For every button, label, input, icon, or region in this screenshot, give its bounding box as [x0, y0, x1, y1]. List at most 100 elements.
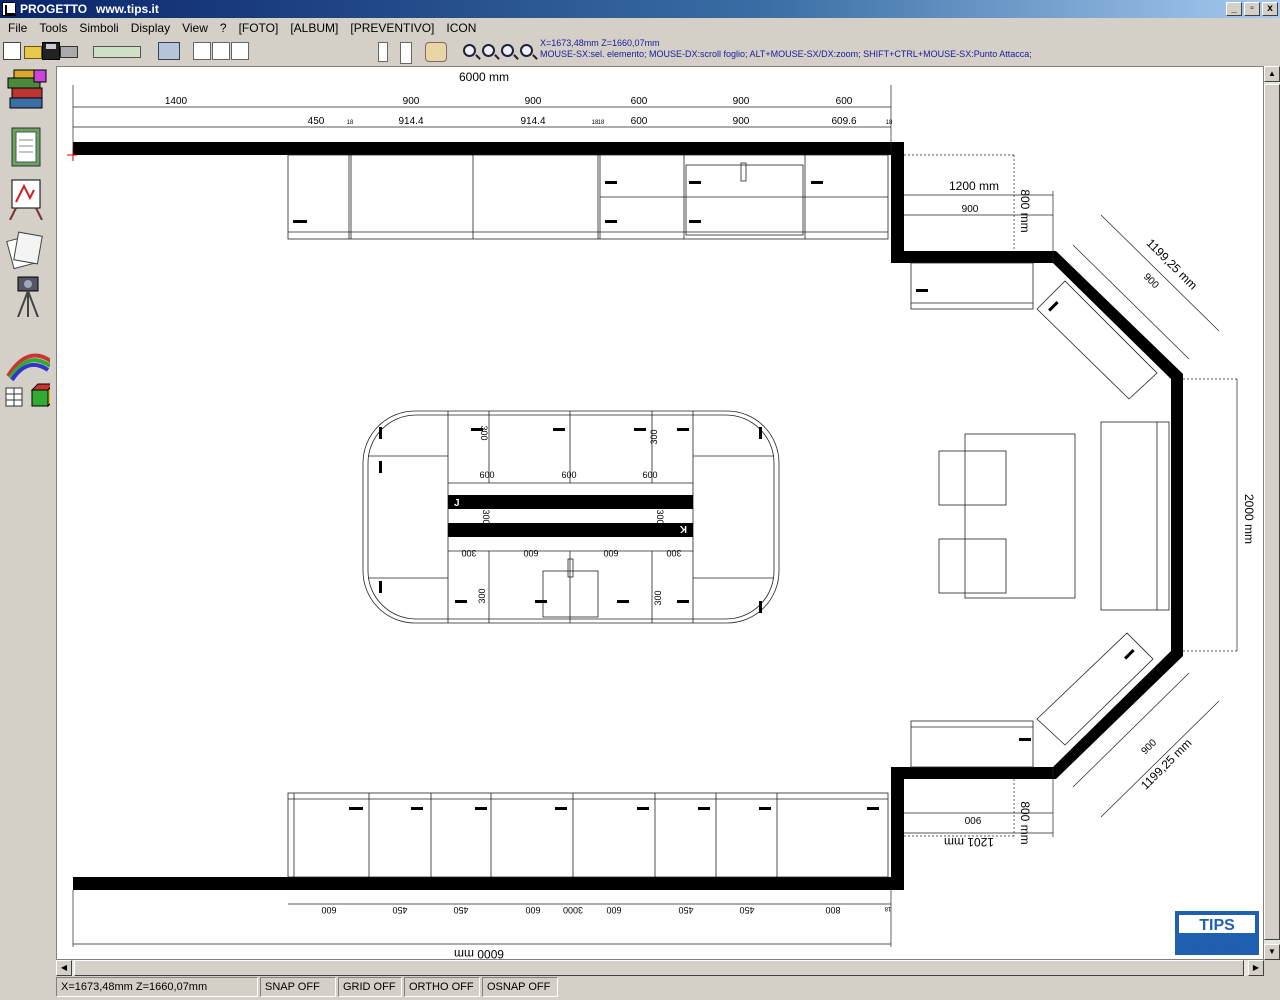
island-dim-t5: 600: [642, 470, 657, 480]
dim-top1-f: 600: [836, 96, 853, 107]
notes-clipboard-icon[interactable]: [4, 122, 50, 168]
dim-bottom-f: 600: [606, 905, 621, 915]
window-site: www.tips.it: [96, 2, 159, 16]
grid-cube-icon[interactable]: [4, 382, 50, 428]
dim-right-1201: 1201 mm: [944, 835, 994, 849]
menu-simboli[interactable]: Simboli: [73, 18, 124, 38]
dim-top2-a: 450: [308, 116, 325, 127]
window-tool-icon[interactable]: [400, 42, 412, 64]
dim-top2-g: 600: [631, 116, 648, 127]
dim-bottom-i: 800: [825, 905, 840, 915]
horizontal-scrollbar[interactable]: ◀ ▶: [56, 960, 1264, 976]
dim-top-total: 6000 mm: [459, 70, 509, 84]
island-dim-b1: 300: [477, 588, 487, 603]
section-view-icon[interactable]: [231, 42, 249, 60]
new-file-icon[interactable]: [3, 42, 21, 60]
maximize-button[interactable]: ▫: [1244, 2, 1260, 16]
menu-icon[interactable]: ICON: [440, 18, 482, 38]
window-title: PROGETTO: [20, 2, 88, 16]
wall-right: [891, 142, 1183, 889]
zoom-window-icon[interactable]: [501, 44, 514, 57]
dim-top1-a: 1400: [165, 96, 188, 107]
status-snap[interactable]: SNAP OFF: [260, 977, 336, 997]
vertical-scrollbar[interactable]: ▲ ▼: [1264, 66, 1280, 960]
scroll-down-arrow-icon[interactable]: ▼: [1264, 944, 1280, 960]
dim-top2-j: 18: [886, 120, 893, 126]
dim-right-800-bottom: 800 mm: [1018, 801, 1032, 844]
island-dim-t1: 300: [479, 425, 489, 440]
dim-top1-d: 600: [631, 96, 648, 107]
vertical-scroll-thumb[interactable]: [1264, 84, 1280, 940]
door-tool-icon[interactable]: [378, 42, 388, 62]
island-dim-m2: 300: [655, 509, 665, 524]
drawing-canvas[interactable]: 6000 mm 1400 900 900 600 900 600 450 18 …: [56, 66, 1264, 960]
minimize-button[interactable]: _: [1226, 2, 1242, 16]
open-folder-icon[interactable]: [24, 46, 42, 59]
island-bar-k: K: [679, 523, 687, 534]
horizontal-scroll-thumb[interactable]: [74, 960, 1244, 976]
plan-view-icon[interactable]: [193, 42, 211, 60]
dim-bottom-a: 600: [321, 905, 336, 915]
dim-right-900-bottom: 900: [964, 814, 981, 825]
app-icon: [2, 2, 16, 16]
dim-top2-d: 914.4: [520, 116, 545, 127]
title-bar: PROGETTO www.tips.it _ ▫ x: [0, 0, 1280, 18]
island-bar-j: J: [454, 498, 460, 509]
zoom-in-icon[interactable]: [463, 44, 476, 57]
render-view-icon[interactable]: [93, 46, 141, 58]
menu-tools[interactable]: Tools: [33, 18, 73, 38]
menu-preventivo[interactable]: [PREVENTIVO]: [344, 18, 440, 38]
view-3d-icon[interactable]: [158, 42, 180, 60]
dim-diag-bottom-900: 900: [1139, 737, 1159, 757]
menu-help[interactable]: ?: [214, 18, 233, 38]
menu-bar: File Tools Simboli Display View ? [FOTO]…: [0, 18, 1280, 38]
status-bar: X=1673,48mm Z=1660,07mm SNAP OFF GRID OF…: [0, 977, 1280, 1000]
bottom-cabinets: [287, 792, 889, 878]
elevation-view-icon[interactable]: [212, 42, 230, 60]
easel-drawing-icon[interactable]: [4, 174, 50, 220]
island-dim-m6: 300: [666, 548, 681, 558]
island-dim-b2: 300: [653, 590, 663, 605]
printer-icon[interactable]: [60, 46, 78, 58]
dim-top2-i: 609.6: [831, 116, 856, 127]
zoom-all-icon[interactable]: [520, 44, 533, 57]
scroll-left-arrow-icon[interactable]: ◀: [56, 960, 72, 976]
dim-top1-e: 900: [733, 96, 750, 107]
island-dim-t2: 300: [649, 429, 659, 444]
dim-right-900-top: 900: [962, 204, 979, 215]
logo-subtext: SOFTWARE HOUSE: [1193, 950, 1241, 956]
camera-tripod-icon[interactable]: [4, 271, 50, 317]
dim-top2-c: 914.4: [398, 116, 423, 127]
close-button[interactable]: x: [1262, 2, 1278, 16]
dim-top2-b: 18: [347, 120, 354, 126]
floor-plan: 6000 mm 1400 900 900 600 900 600 450 18 …: [67, 70, 1259, 959]
dim-top2-h: 900: [733, 116, 750, 127]
menu-foto[interactable]: [FOTO]: [233, 18, 285, 38]
dim-right-1200: 1200 mm: [949, 179, 999, 193]
scroll-right-arrow-icon[interactable]: ▶: [1248, 960, 1264, 976]
dim-top2-f: 18: [598, 120, 605, 126]
status-grid[interactable]: GRID OFF: [338, 977, 402, 997]
menu-display[interactable]: Display: [125, 18, 176, 38]
menu-album[interactable]: [ALBUM]: [284, 18, 344, 38]
documents-stack-icon[interactable]: [4, 224, 50, 270]
catalog-books-icon[interactable]: [4, 68, 50, 114]
dim-top1-b: 900: [403, 96, 420, 107]
status-coords: X=1673,48mm Z=1660,07mm: [56, 977, 258, 997]
top-cabinets: [287, 154, 889, 240]
dim-top1-c: 900: [525, 96, 542, 107]
menu-view[interactable]: View: [176, 18, 214, 38]
menu-file[interactable]: File: [2, 18, 33, 38]
tool-palette: [0, 66, 56, 976]
dim-bottom-d: 600: [525, 905, 540, 915]
hand-pan-icon[interactable]: [425, 42, 447, 62]
status-ortho[interactable]: ORTHO OFF: [404, 977, 480, 997]
island-dim-t3: 600: [479, 470, 494, 480]
save-disk-icon[interactable]: [42, 42, 60, 60]
logo-text: TIPS: [1199, 917, 1235, 934]
scroll-up-arrow-icon[interactable]: ▲: [1264, 66, 1280, 82]
status-osnap[interactable]: OSNAP OFF: [482, 977, 558, 997]
tips-logo: TIPS SOFTWARE HOUSE: [1175, 911, 1259, 956]
zoom-out-icon[interactable]: [482, 44, 495, 57]
wall-bottom: [73, 877, 904, 890]
